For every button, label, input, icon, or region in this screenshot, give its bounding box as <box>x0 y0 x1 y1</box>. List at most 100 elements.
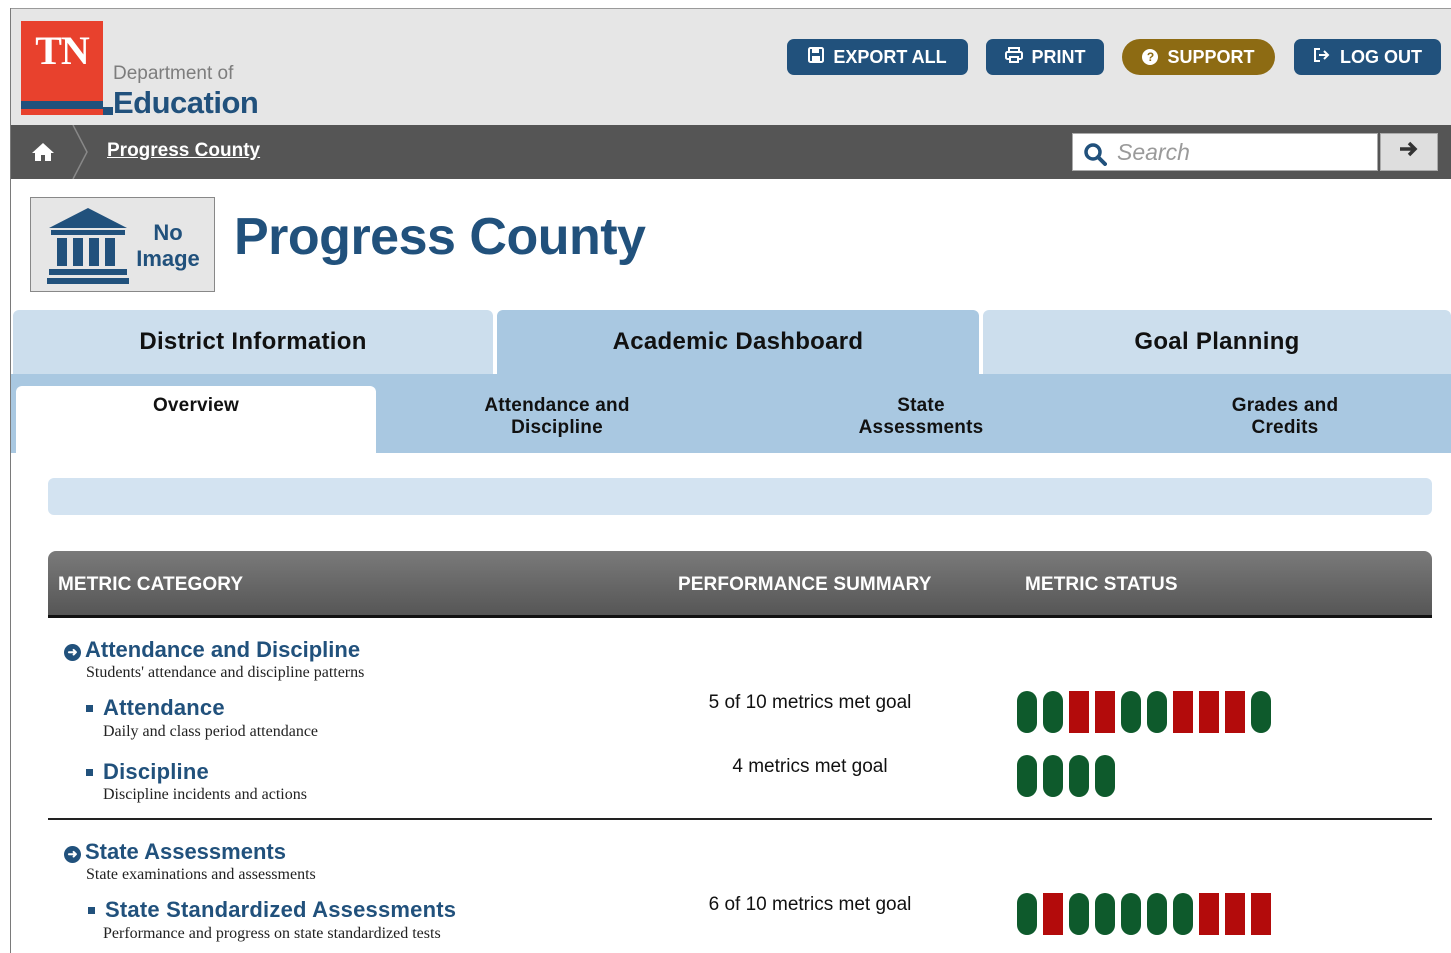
performance-summary: 6 of 10 metrics met goal <box>708 894 912 915</box>
metric-title: Attendance <box>103 695 225 720</box>
status-pill-met <box>1173 893 1193 935</box>
subtab-state-assessments[interactable]: State Assessments <box>740 386 1102 453</box>
subtab-label-line2: Assessments <box>858 417 984 438</box>
subtab-label-line2: Discipline <box>511 417 603 438</box>
category-attendance-discipline[interactable]: ➜ Attendance and Discipline <box>64 637 360 663</box>
status-pill-met <box>1069 893 1089 935</box>
header-metric-status: METRIC STATUS <box>1025 574 1178 595</box>
category-title: State Assessments <box>85 839 286 864</box>
metric-status-attendance <box>1017 691 1271 733</box>
status-pill-not-met <box>1043 893 1063 935</box>
subtab-label-line2: Credits <box>1251 417 1319 438</box>
no-image-line2: Image <box>136 246 200 271</box>
status-pill-met <box>1251 691 1271 733</box>
metric-attendance[interactable]: Attendance <box>86 695 225 721</box>
save-icon <box>808 46 825 68</box>
tab-district-information[interactable]: District Information <box>13 310 493 374</box>
status-pill-met <box>1147 691 1167 733</box>
category-description: State examinations and assessments <box>86 866 316 883</box>
status-pill-met <box>1017 755 1037 797</box>
tn-logo[interactable]: TN <box>21 21 103 115</box>
performance-summary: 5 of 10 metrics met goal <box>708 692 912 713</box>
metric-title: State Standardized Assessments <box>105 897 457 922</box>
status-pill-met <box>1017 893 1037 935</box>
category-description: Students' attendance and discipline patt… <box>86 664 365 681</box>
district-image-placeholder: No Image <box>30 197 215 292</box>
status-pill-not-met <box>1225 893 1245 935</box>
home-icon[interactable] <box>30 140 56 164</box>
no-image-text: No Image <box>131 220 205 272</box>
tab-academic-dashboard[interactable]: Academic Dashboard <box>497 310 979 374</box>
breadcrumb-progress-county[interactable]: Progress County <box>107 140 260 162</box>
bullet-icon <box>88 906 95 914</box>
education-text: Education <box>113 85 259 120</box>
status-pill-not-met <box>1199 893 1219 935</box>
support-label: SUPPORT <box>1167 46 1255 67</box>
circle-arrow-icon: ➜ <box>64 643 81 661</box>
performance-summary: 4 metrics met goal <box>732 756 888 777</box>
subtab-overview[interactable]: Overview <box>16 386 376 453</box>
print-button[interactable]: PRINT <box>986 39 1104 75</box>
support-button[interactable]: ? SUPPORT <box>1122 39 1275 75</box>
print-label: PRINT <box>1031 46 1086 67</box>
question-icon: ? <box>1142 49 1159 65</box>
subtab-overview-label: Overview <box>152 395 240 416</box>
bullet-icon <box>86 768 93 776</box>
status-pill-met <box>1043 691 1063 733</box>
status-pill-met <box>1095 893 1115 935</box>
bullet-icon <box>86 704 93 712</box>
metric-status-discipline <box>1017 755 1115 797</box>
logout-icon <box>1313 47 1331 68</box>
metric-discipline[interactable]: Discipline <box>86 759 209 785</box>
arrow-right-icon <box>1398 138 1420 166</box>
breadcrumb-separator <box>71 124 91 180</box>
export-all-label: EXPORT ALL <box>833 46 947 67</box>
site-header: TN Department of Education EXPORT ALL PR… <box>11 9 1451 125</box>
info-bar <box>48 478 1432 515</box>
metric-state-standardized-assessments[interactable]: State Standardized Assessments <box>88 897 456 923</box>
metric-description: Discipline incidents and actions <box>103 786 307 803</box>
search-input[interactable] <box>1117 138 1367 166</box>
status-pill-met <box>1017 691 1037 733</box>
metric-description: Performance and progress on state standa… <box>103 925 441 942</box>
page-title: Progress County <box>234 208 646 266</box>
category-divider <box>48 818 1432 820</box>
log-out-button[interactable]: LOG OUT <box>1294 39 1441 75</box>
status-pill-not-met <box>1199 691 1219 733</box>
status-pill-not-met <box>1225 691 1245 733</box>
status-pill-met <box>1095 755 1115 797</box>
search-submit-button[interactable] <box>1380 133 1438 171</box>
logo-underline <box>103 107 113 115</box>
subtab-label-line1: Attendance and <box>484 395 630 416</box>
status-pill-not-met <box>1251 893 1271 935</box>
logo-text: TN <box>35 28 90 73</box>
status-pill-not-met <box>1069 691 1089 733</box>
status-pill-met <box>1069 755 1089 797</box>
status-pill-met <box>1147 893 1167 935</box>
subtab-attendance-discipline[interactable]: Attendance and Discipline <box>376 386 738 453</box>
subtab-label-line1: Grades and <box>1231 395 1339 416</box>
status-pill-met <box>1043 755 1063 797</box>
logo-stripe <box>21 101 103 109</box>
category-state-assessments[interactable]: ➜ State Assessments <box>64 839 286 865</box>
search-box <box>1072 133 1378 171</box>
circle-arrow-icon: ➜ <box>64 845 81 863</box>
export-all-button[interactable]: EXPORT ALL <box>787 39 968 75</box>
search-icon <box>1083 142 1107 171</box>
dept-of-text: Department of <box>113 63 234 84</box>
print-icon <box>1004 46 1023 68</box>
status-pill-met <box>1121 691 1141 733</box>
subtab-grades-credits[interactable]: Grades and Credits <box>1104 386 1451 453</box>
status-pill-not-met <box>1173 691 1193 733</box>
status-pill-not-met <box>1095 691 1115 733</box>
subtab-label-line1: State <box>897 395 945 416</box>
metric-status-state-assessments <box>1017 893 1271 935</box>
metric-title: Discipline <box>103 759 209 784</box>
header-metric-category: METRIC CATEGORY <box>58 574 244 595</box>
metrics-table-header: METRIC CATEGORY PERFORMANCE SUMMARY METR… <box>48 551 1432 618</box>
no-image-line1: No <box>153 220 183 245</box>
status-pill-met <box>1121 893 1141 935</box>
tab-goal-planning[interactable]: Goal Planning <box>983 310 1451 374</box>
building-icon <box>45 206 131 291</box>
breadcrumb-bar: Progress County <box>11 124 1451 180</box>
